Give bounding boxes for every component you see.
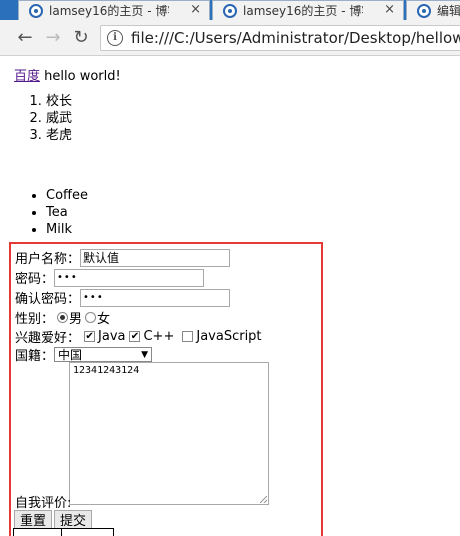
table-cell-divider	[61, 529, 62, 536]
tab-title: lamsey16的主页 - 博客园	[243, 4, 363, 18]
browser-toolbar: ← → ↻ i file:///C:/Users/Administrator/D…	[0, 20, 460, 56]
back-arrow-icon[interactable]: ←	[14, 27, 36, 49]
tab-title: 编辑	[437, 4, 460, 18]
gender-male-radio[interactable]	[57, 312, 69, 323]
gender-row: 性别： 男 女	[15, 308, 110, 327]
cnblogs-favicon-icon	[417, 4, 431, 18]
list-item: Coffee	[46, 187, 88, 204]
close-icon[interactable]: ×	[190, 2, 201, 17]
browser-tab-3[interactable]: 编辑	[406, 0, 460, 20]
nationality-label: 国籍：	[15, 349, 55, 364]
self-evaluation-textarea[interactable]: 12341243124	[69, 362, 269, 505]
ordered-list: 校长 威武 老虎	[14, 93, 72, 144]
self-evaluation-label: 自我评价:	[15, 496, 72, 511]
tab-title: lamsey16的主页 - 博客园	[49, 4, 169, 18]
address-bar[interactable]: i file:///C:/Users/Administrator/Desktop…	[100, 25, 460, 51]
nationality-value: 中国	[58, 348, 83, 362]
javascript-label: JavaScript	[196, 329, 262, 344]
list-item: 威武	[46, 110, 72, 127]
gender-male-label: 男	[69, 312, 83, 327]
reset-button[interactable]: 重置	[14, 510, 53, 529]
hello-text: hello world!	[44, 69, 121, 84]
chevron-down-icon: ▼	[141, 349, 149, 360]
gender-female-label: 女	[97, 312, 111, 327]
list-item: 校长	[46, 93, 72, 110]
gender-label: 性别：	[15, 312, 55, 327]
list-item: Milk	[46, 221, 88, 238]
intro-line: 百度 hello world!	[14, 65, 121, 84]
forward-arrow-icon[interactable]: →	[42, 27, 64, 49]
list-item: Tea	[46, 204, 88, 221]
cnblogs-favicon-icon	[29, 4, 43, 18]
username-input[interactable]: 默认值	[80, 248, 231, 267]
cpp-checkbox[interactable]: ✔	[129, 331, 141, 342]
cpp-label: C++	[143, 329, 175, 344]
confirm-password-label: 确认密码：	[15, 292, 81, 307]
password-row: 密码： •••	[15, 268, 205, 287]
form-buttons: 重置 提交	[14, 510, 93, 529]
java-checkbox[interactable]: ✔	[84, 331, 96, 342]
baidu-link[interactable]: 百度	[14, 69, 40, 84]
table-fragment	[13, 528, 114, 536]
username-row: 用户名称： 默认值	[15, 248, 231, 267]
close-icon[interactable]: ×	[384, 2, 395, 17]
javascript-checkbox[interactable]	[182, 331, 194, 342]
gender-female-radio[interactable]	[85, 312, 97, 323]
hobby-label: 兴趣爱好：	[15, 331, 81, 346]
page-content: 百度 hello world! 校长 威武 老虎 Coffee Tea Milk…	[0, 56, 460, 536]
tab-strip: lamsey16的主页 - 博客园 × lamsey16的主页 - 博客园 × …	[0, 0, 460, 20]
confirm-password-input[interactable]: •••	[80, 288, 231, 307]
reload-icon[interactable]: ↻	[70, 27, 92, 49]
registration-form: 用户名称： 默认值 密码： ••• 确认密码： ••• 性别： 男 女 兴趣爱好…	[9, 242, 323, 536]
password-label: 密码：	[15, 272, 55, 287]
browser-tab-1[interactable]: lamsey16的主页 - 博客园 ×	[18, 0, 210, 20]
java-label: Java	[98, 329, 126, 344]
submit-button[interactable]: 提交	[54, 510, 93, 529]
nationality-select[interactable]: 中国 ▼	[54, 347, 153, 362]
username-label: 用户名称：	[15, 252, 81, 267]
cnblogs-favicon-icon	[223, 4, 237, 18]
browser-tab-2[interactable]: lamsey16的主页 - 博客园 ×	[212, 0, 404, 20]
self-evaluation-row: 自我评价:	[15, 492, 71, 511]
confirm-password-row: 确认密码： •••	[15, 288, 231, 307]
self-evaluation-value: 12341243124	[73, 365, 140, 376]
unordered-list: Coffee Tea Milk	[14, 187, 88, 238]
url-text[interactable]: file:///C:/Users/Administrator/Desktop/h…	[131, 29, 460, 47]
info-icon[interactable]: i	[107, 30, 123, 46]
resize-handle-icon[interactable]	[260, 496, 267, 503]
password-input[interactable]: •••	[54, 268, 205, 287]
hobby-row: 兴趣爱好： ✔ Java ✔ C++ JavaScript	[15, 327, 262, 346]
list-item: 老虎	[46, 127, 72, 144]
